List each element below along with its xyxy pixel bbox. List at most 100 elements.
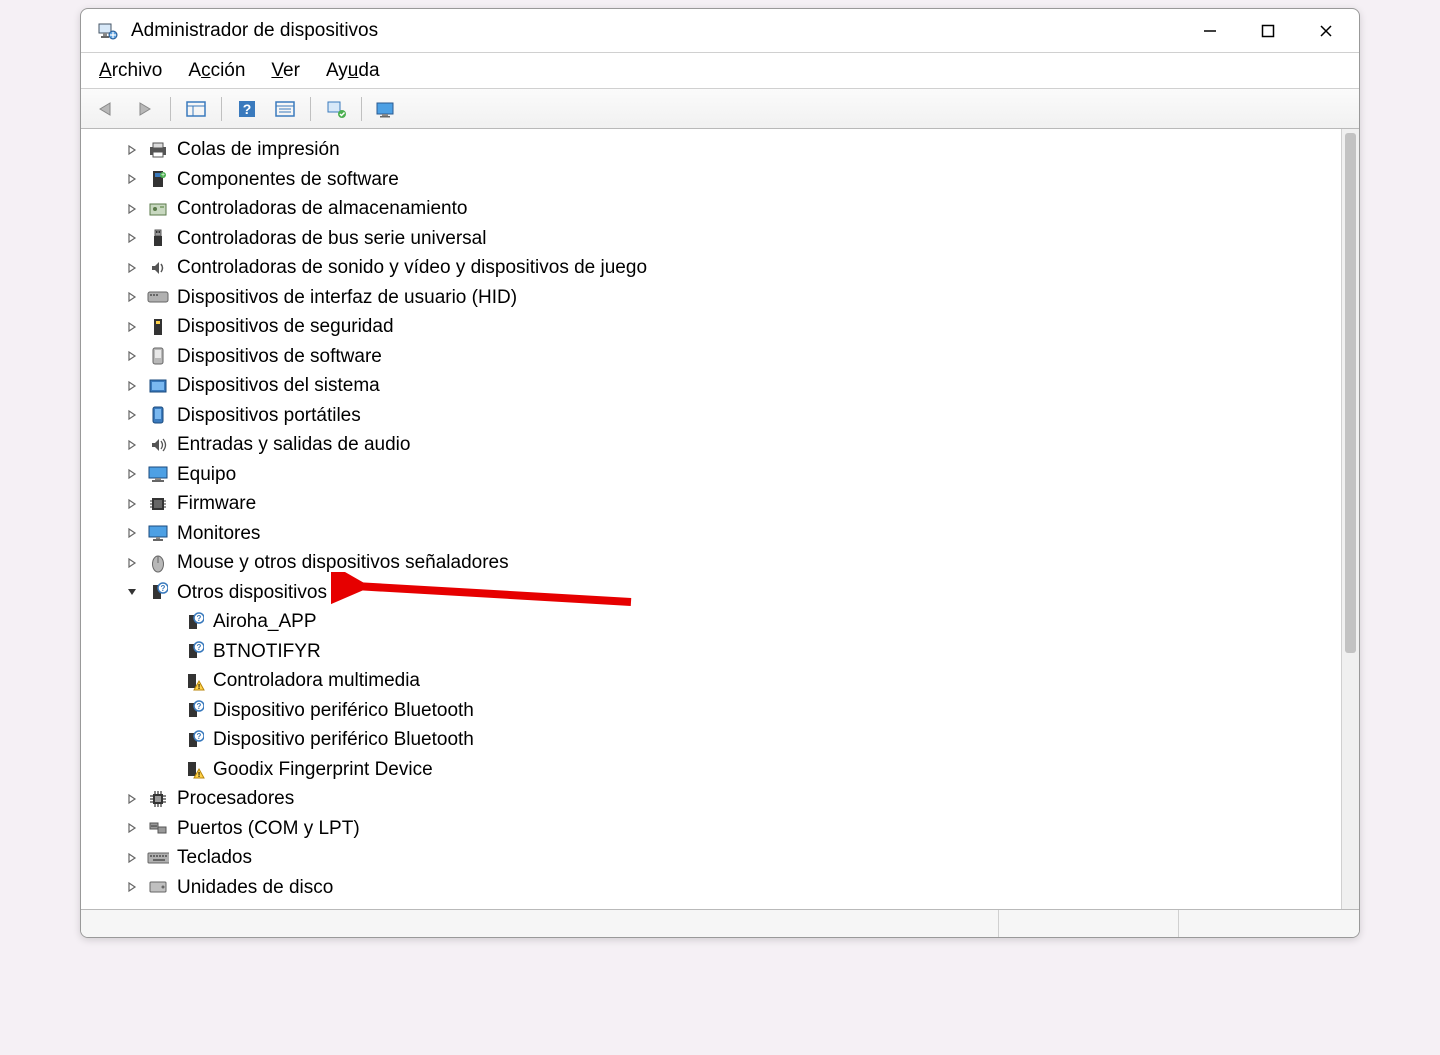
chevron-right-icon[interactable] [125, 173, 139, 185]
tree-category[interactable]: Dispositivos de software [125, 342, 1341, 372]
statusbar [81, 909, 1359, 937]
tree-category[interactable]: Entradas y salidas de audio [125, 430, 1341, 460]
tree-category[interactable]: Dispositivos del sistema [125, 371, 1341, 401]
tree-device-label: Dispositivo periférico Bluetooth [213, 696, 474, 726]
tree-category-label: Controladoras de almacenamiento [177, 194, 467, 224]
scrollbar-thumb[interactable] [1345, 133, 1356, 653]
status-panel-1 [81, 910, 999, 937]
tree-category-label: Teclados [177, 843, 252, 873]
chevron-right-icon[interactable] [125, 498, 139, 510]
menu-accion[interactable]: Acción [184, 58, 249, 84]
minimize-button[interactable] [1181, 11, 1239, 51]
chevron-right-icon[interactable] [125, 881, 139, 893]
chevron-right-icon[interactable] [125, 380, 139, 392]
chevron-right-icon[interactable] [125, 203, 139, 215]
svg-text:+: + [161, 172, 165, 179]
tree-category-label: Controladoras de sonido y vídeo y dispos… [177, 253, 647, 283]
svg-text:?: ? [243, 101, 252, 117]
tree-category[interactable]: Monitores [125, 519, 1341, 549]
tree-category-label: Monitores [177, 519, 260, 549]
chevron-right-icon[interactable] [125, 321, 139, 333]
chevron-right-icon[interactable] [125, 291, 139, 303]
chevron-right-icon[interactable] [125, 793, 139, 805]
monitor-icon [147, 522, 169, 544]
properties-button[interactable] [269, 94, 301, 124]
chevron-right-icon[interactable] [125, 232, 139, 244]
mouse-icon [147, 552, 169, 574]
back-button[interactable] [91, 94, 123, 124]
tree-device-label: BTNOTIFYR [213, 637, 321, 667]
chevron-right-icon[interactable] [125, 527, 139, 539]
maximize-button[interactable] [1239, 11, 1297, 51]
tree-category[interactable]: Puertos (COM y LPT) [125, 814, 1341, 844]
content-area: Colas de impresión+Componentes de softwa… [81, 129, 1359, 909]
unknown-device-icon: ? [183, 699, 205, 721]
status-panel-2 [999, 910, 1179, 937]
chevron-right-icon[interactable] [125, 144, 139, 156]
menu-ayuda[interactable]: Ayuda [322, 58, 384, 84]
tree-category-label: Dispositivos de interfaz de usuario (HID… [177, 283, 517, 313]
unknown-device-icon: ? [183, 640, 205, 662]
vertical-scrollbar[interactable] [1341, 129, 1359, 909]
tree-category[interactable]: Unidades de disco [125, 873, 1341, 903]
tree-category[interactable]: Controladoras de sonido y vídeo y dispos… [125, 253, 1341, 283]
tree-category[interactable]: Equipo [125, 460, 1341, 490]
chevron-down-icon[interactable] [125, 586, 139, 598]
audio-icon [147, 434, 169, 456]
chevron-right-icon[interactable] [125, 350, 139, 362]
show-hide-console-button[interactable] [180, 94, 212, 124]
system-icon [147, 375, 169, 397]
svg-text:?: ? [197, 732, 202, 741]
close-button[interactable] [1297, 11, 1355, 51]
tree-device-label: Dispositivo periférico Bluetooth [213, 725, 474, 755]
scan-hardware-button[interactable] [320, 94, 352, 124]
tree-category[interactable]: Controladoras de bus serie universal [125, 224, 1341, 254]
tree-category-label: Firmware [177, 489, 256, 519]
toolbar-separator [221, 97, 222, 121]
tree-device[interactable]: !Controladora multimedia [183, 666, 1341, 696]
tree-category[interactable]: Dispositivos de seguridad [125, 312, 1341, 342]
storage-icon [147, 198, 169, 220]
tree-device[interactable]: !Goodix Fingerprint Device [183, 755, 1341, 785]
portable-icon [147, 404, 169, 426]
tree-category[interactable]: Procesadores [125, 784, 1341, 814]
tree-category[interactable]: Colas de impresión [125, 135, 1341, 165]
tree-device-label: Goodix Fingerprint Device [213, 755, 433, 785]
tree-category[interactable]: Firmware [125, 489, 1341, 519]
chevron-right-icon[interactable] [125, 822, 139, 834]
tree-device[interactable]: ? Dispositivo periférico Bluetooth [183, 696, 1341, 726]
tree-category[interactable]: Teclados [125, 843, 1341, 873]
tree-category[interactable]: Mouse y otros dispositivos señaladores [125, 548, 1341, 578]
app-icon [97, 20, 119, 42]
help-button[interactable]: ? [231, 94, 263, 124]
tree-category[interactable]: Dispositivos portátiles [125, 401, 1341, 431]
tree-device[interactable]: ?Airoha_APP [183, 607, 1341, 637]
view-devices-button[interactable] [371, 94, 403, 124]
tree-category[interactable]: +Componentes de software [125, 165, 1341, 195]
chevron-right-icon[interactable] [125, 557, 139, 569]
forward-button[interactable] [129, 94, 161, 124]
toolbar: ? [81, 89, 1359, 129]
device-tree-scroll[interactable]: Colas de impresión+Componentes de softwa… [81, 129, 1341, 909]
ports-icon [147, 817, 169, 839]
toolbar-separator [170, 97, 171, 121]
tree-category-label: Entradas y salidas de audio [177, 430, 410, 460]
chevron-right-icon[interactable] [125, 852, 139, 864]
unknown-device-icon: ? [183, 611, 205, 633]
tree-category[interactable]: ?Otros dispositivos [125, 578, 1341, 608]
chevron-right-icon[interactable] [125, 409, 139, 421]
svg-text:!: ! [198, 684, 200, 691]
software-icon [147, 345, 169, 367]
menu-archivo[interactable]: Archivo [95, 58, 166, 84]
tree-category[interactable]: Controladoras de almacenamiento [125, 194, 1341, 224]
tree-device[interactable]: ? BTNOTIFYR [183, 637, 1341, 667]
chevron-right-icon[interactable] [125, 262, 139, 274]
device-tree: Colas de impresión+Componentes de softwa… [81, 135, 1341, 902]
chevron-right-icon[interactable] [125, 468, 139, 480]
tree-category[interactable]: Dispositivos de interfaz de usuario (HID… [125, 283, 1341, 313]
svg-text:?: ? [197, 702, 202, 711]
chevron-right-icon[interactable] [125, 439, 139, 451]
tree-device[interactable]: ? Dispositivo periférico Bluetooth [183, 725, 1341, 755]
menu-ver[interactable]: Ver [267, 58, 304, 84]
window-controls [1181, 11, 1355, 51]
